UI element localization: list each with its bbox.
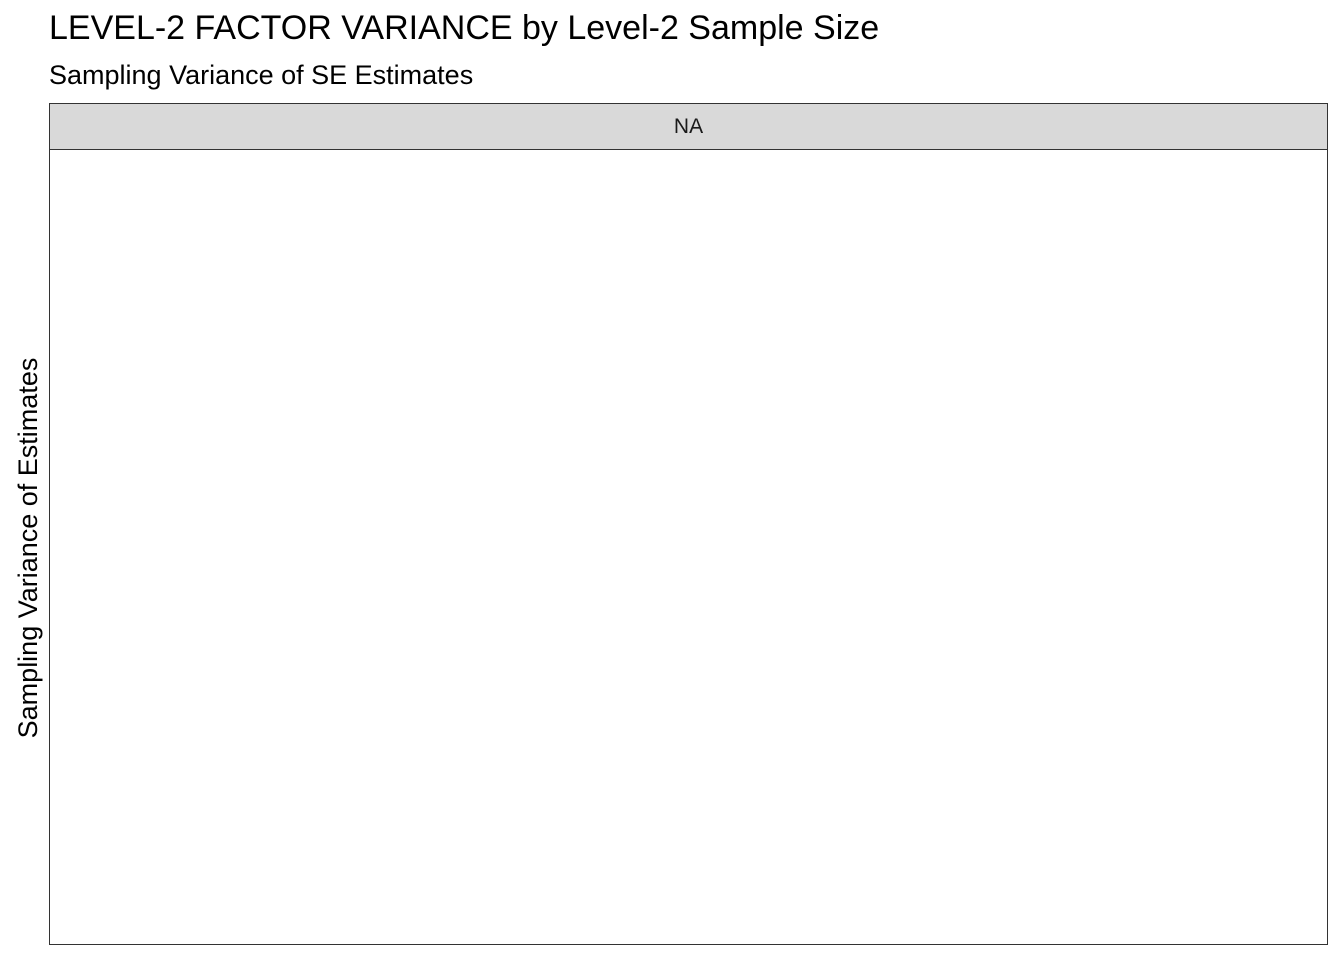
y-axis-label-area: Sampling Variance of Estimates [8,152,48,944]
chart-subtitle: Sampling Variance of SE Estimates [49,60,474,90]
facet-strip-label: NA [673,114,704,138]
chart-title: LEVEL-2 FACTOR VARIANCE by Level-2 Sampl… [49,9,880,47]
facet-strip: NA [49,103,1328,150]
y-axis-label: Sampling Variance of Estimates [13,357,43,739]
plot-panel [49,150,1328,945]
plot-area [50,150,1326,943]
